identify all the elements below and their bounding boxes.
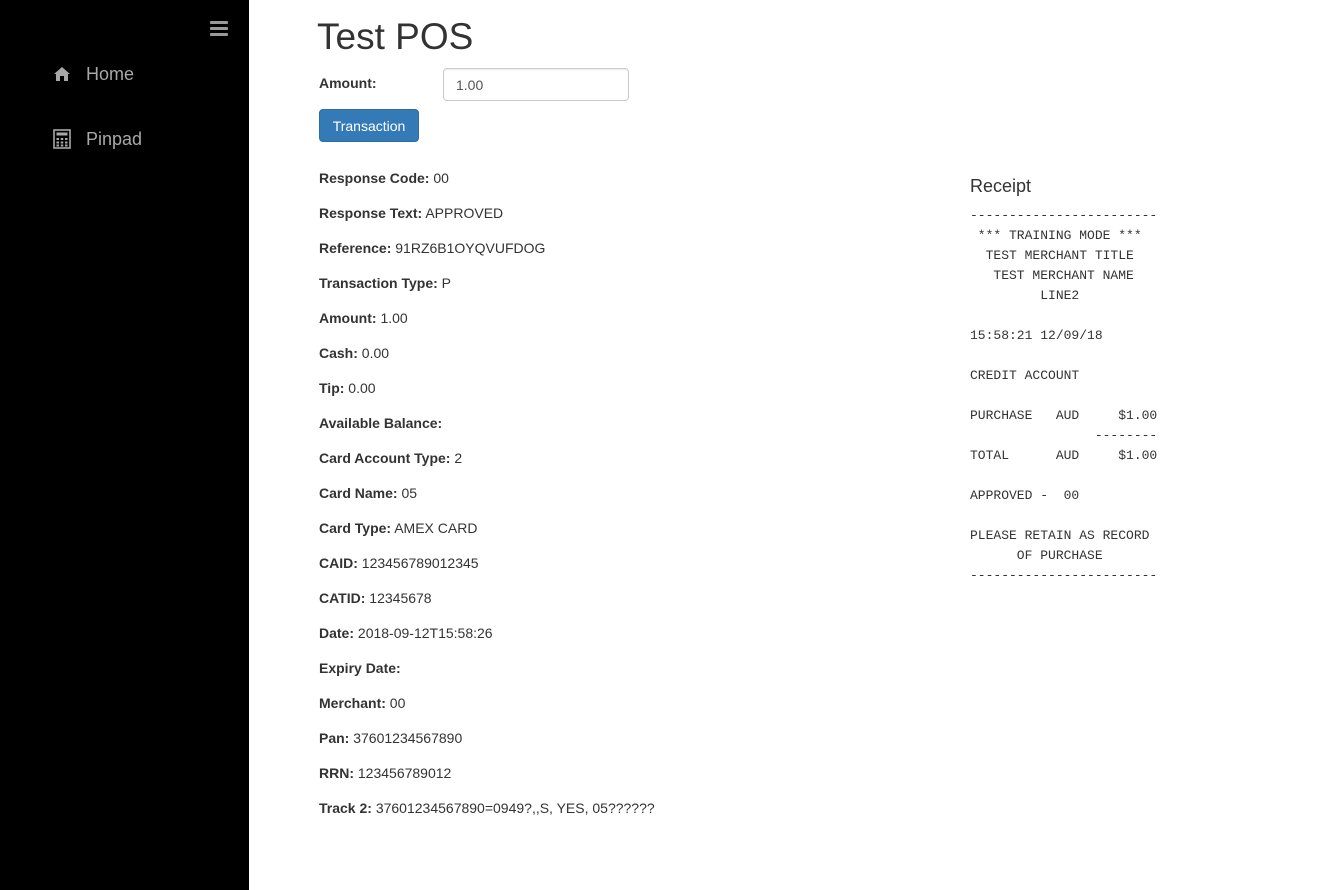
field-expiry-date: Expiry Date: xyxy=(319,658,879,693)
field-value: 05 xyxy=(401,485,418,501)
transaction-details: Response Code: 00 Response Text: APPROVE… xyxy=(319,168,879,833)
field-label: Response Text: xyxy=(319,205,423,221)
main-content: Test POS Amount: Transaction Response Co… xyxy=(249,0,1328,890)
field-response-text: Response Text: APPROVED xyxy=(319,203,879,238)
receipt-text: ------------------------ *** TRAINING MO… xyxy=(970,208,1158,583)
transaction-button[interactable]: Transaction xyxy=(319,109,419,142)
field-value: P xyxy=(441,275,452,291)
sidebar-item-label: Pinpad xyxy=(86,128,143,149)
page-title: Test POS xyxy=(317,16,474,57)
field-label: Reference: xyxy=(319,240,392,256)
field-value: 2018-09-12T15:58:26 xyxy=(357,625,493,641)
field-value: 91RZ6B1OYQVUFDOG xyxy=(395,240,546,256)
field-label: Pan: xyxy=(319,730,350,746)
field-transaction-type: Transaction Type: P xyxy=(319,273,879,308)
sidebar: Home Pinpad xyxy=(0,0,249,890)
field-value: 123456789012 xyxy=(357,765,452,781)
field-amount: Amount: 1.00 xyxy=(319,308,879,343)
calculator-icon xyxy=(52,129,72,149)
field-label: Response Code: xyxy=(319,170,430,186)
sidebar-item-pinpad[interactable]: Pinpad xyxy=(52,124,142,154)
field-label: Cash: xyxy=(319,345,358,361)
field-merchant: Merchant: 00 xyxy=(319,693,879,728)
hamburger-menu-icon[interactable] xyxy=(210,21,228,39)
field-value: AMEX CARD xyxy=(394,520,478,536)
field-label: CATID: xyxy=(319,590,366,606)
field-cash: Cash: 0.00 xyxy=(319,343,879,378)
field-catid: CATID: 12345678 xyxy=(319,588,879,623)
field-label: Expiry Date: xyxy=(319,660,401,676)
field-date: Date: 2018-09-12T15:58:26 xyxy=(319,623,879,658)
field-available-balance: Available Balance: xyxy=(319,413,879,448)
field-label: Tip: xyxy=(319,380,345,396)
field-value: 12345678 xyxy=(369,590,432,606)
field-tip: Tip: 0.00 xyxy=(319,378,879,413)
field-response-code: Response Code: 00 xyxy=(319,168,879,203)
field-value: 00 xyxy=(389,695,406,711)
amount-input[interactable] xyxy=(443,68,629,101)
field-value: 2 xyxy=(454,450,463,466)
field-value: 37601234567890=0949?,,S, YES, 05?????? xyxy=(375,800,655,816)
field-label: Card Name: xyxy=(319,485,398,501)
receipt-title: Receipt xyxy=(970,176,1032,196)
field-pan: Pan: 37601234567890 xyxy=(319,728,879,763)
sidebar-item-label: Home xyxy=(86,63,135,84)
field-label: Card Type: xyxy=(319,520,392,536)
field-card-type: Card Type: AMEX CARD xyxy=(319,518,879,553)
field-value: 37601234567890 xyxy=(353,730,463,746)
home-icon xyxy=(52,64,72,84)
field-reference: Reference: 91RZ6B1OYQVUFDOG xyxy=(319,238,879,273)
field-rrn: RRN: 123456789012 xyxy=(319,763,879,798)
field-caid: CAID: 123456789012345 xyxy=(319,553,879,588)
field-label: Card Account Type: xyxy=(319,450,451,466)
field-value: 1.00 xyxy=(380,310,408,326)
field-label: Date: xyxy=(319,625,355,641)
field-value: 00 xyxy=(433,170,449,186)
amount-label: Amount: xyxy=(319,75,377,91)
field-label: Merchant: xyxy=(319,695,386,711)
field-label: CAID: xyxy=(319,555,358,571)
field-value: 123456789012345 xyxy=(361,555,479,571)
field-label: Transaction Type: xyxy=(319,275,438,291)
field-label: RRN: xyxy=(319,765,354,781)
field-card-name: Card Name: 05 xyxy=(319,483,879,518)
field-label: Track 2: xyxy=(319,800,372,816)
field-label: Amount: xyxy=(319,310,377,326)
field-track-2: Track 2: 37601234567890=0949?,,S, YES, 0… xyxy=(319,798,879,833)
field-value: APPROVED xyxy=(425,205,504,221)
sidebar-item-home[interactable]: Home xyxy=(52,59,134,89)
field-label: Available Balance: xyxy=(319,415,443,431)
field-card-account-type: Card Account Type: 2 xyxy=(319,448,879,483)
field-value: 0.00 xyxy=(348,380,376,396)
field-value: 0.00 xyxy=(361,345,390,361)
